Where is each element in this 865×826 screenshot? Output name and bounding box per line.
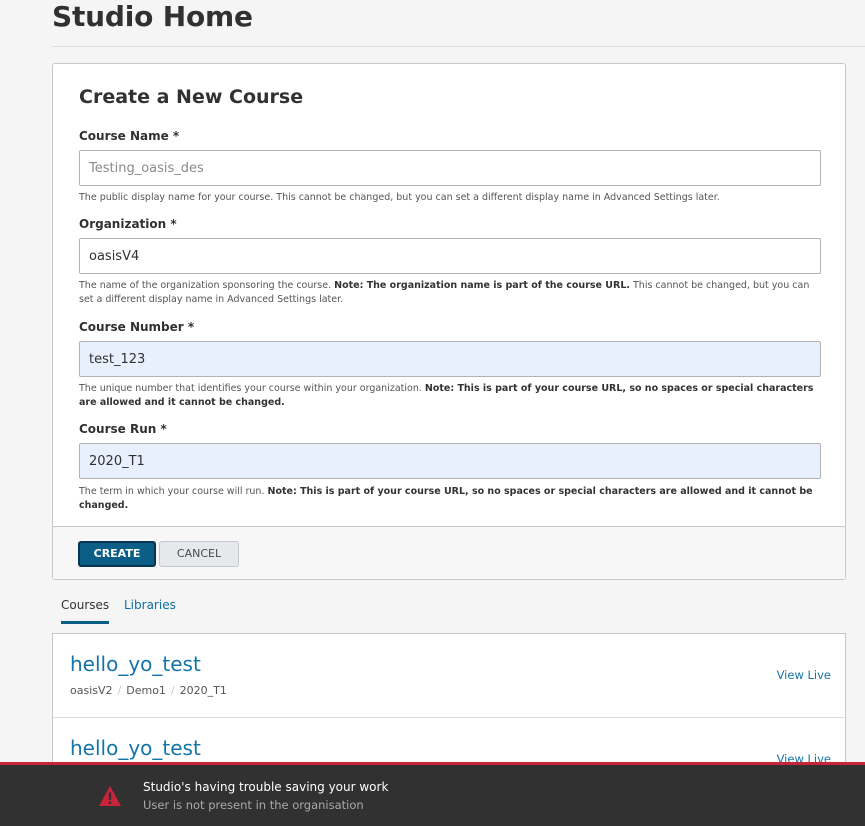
error-alert: Studio's having trouble saving your work… [0,762,865,826]
course-org: oasisV2 [70,684,113,697]
course-run-field[interactable] [79,443,821,479]
course-name-label: Course Name * [79,129,180,143]
cancel-button[interactable]: CANCEL [159,541,239,567]
course-title-link[interactable]: hello_yo_test [70,736,201,760]
alert-title: Studio's having trouble saving your work [143,780,389,794]
course-number-help: The unique number that identifies your c… [79,383,814,408]
course-run: 2020_T1 [179,684,227,697]
organization-field[interactable] [79,238,821,274]
course-run-help: The term in which your course will run. … [79,486,813,511]
course-metadata: oasisV2/Demo1/2020_T1 [70,684,227,697]
alert-message: User is not present in the organisation [143,798,364,812]
course-number-field[interactable] [79,341,821,377]
organization-label: Organization * [79,217,177,231]
create-course-panel: Create a New Course Course Name * The pu… [52,63,846,580]
page-title: Studio Home [52,0,253,33]
tab-libraries[interactable]: Libraries [124,598,176,612]
course-title-link[interactable]: hello_yo_test [70,652,201,676]
create-button[interactable]: CREATE [78,541,156,567]
course-name-field[interactable] [79,150,821,186]
form-actions: CREATE CANCEL [53,526,845,579]
view-live-link[interactable]: View Live [777,668,831,682]
tab-courses[interactable]: Courses [61,598,110,624]
course-number: Demo1 [126,684,166,697]
warning-icon [99,786,121,806]
list-item: hello_yo_test oasisV2/Demo1/2020_T1 View… [53,634,845,718]
organization-help: The name of the organization sponsoring … [79,280,810,305]
form-heading: Create a New Course [79,86,304,108]
title-divider [52,46,865,47]
course-name-help: The public display name for your course.… [79,192,720,203]
course-number-label: Course Number * [79,320,195,334]
course-run-label: Course Run * [79,422,167,436]
